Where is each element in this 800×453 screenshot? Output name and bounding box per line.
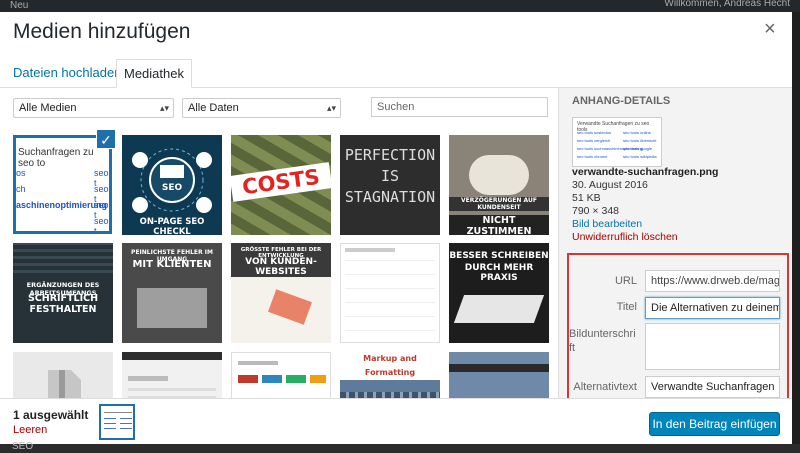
selection-count: 1 ausgewählt xyxy=(13,408,89,422)
url-label: URL xyxy=(614,275,637,287)
attachment-fields-highlight: URL https://www.drweb.de/maga Titel Die … xyxy=(567,253,789,398)
edit-image-link[interactable]: Bild bearbeiten xyxy=(572,218,642,230)
attachment-zip-file[interactable] xyxy=(13,352,113,398)
search-input[interactable]: Suchen xyxy=(371,97,548,117)
tile-caption: MIT KLIENTEN xyxy=(132,259,212,270)
caption-field[interactable] xyxy=(645,323,780,370)
attachment-websites[interactable]: GRÖSSTE FEHLER BEI DER ENTWICKLUNG VON K… xyxy=(231,243,331,343)
tile-text: seo t xyxy=(94,216,109,234)
thumb-item: seo tools vergleich xyxy=(577,138,611,143)
tile-caption: VON KUNDEN-WEBSITES xyxy=(245,257,317,277)
admin-bar: Neu Willkommen, Andreas Hecht xyxy=(0,0,800,12)
attachment-clients[interactable]: PEINLICHSTE FEHLER IM UMGANG MIT KLIENTE… xyxy=(122,243,222,343)
date-select[interactable]: Alle Daten ▴▾ xyxy=(182,98,341,118)
adminbar-welcome[interactable]: Willkommen, Andreas Hecht xyxy=(664,0,790,9)
tab-library[interactable]: Mediathek xyxy=(116,59,192,88)
tab-upload[interactable]: Dateien hochladen xyxy=(6,59,128,88)
attachment-city[interactable] xyxy=(449,352,549,398)
tile-caption: ON-PAGE SEO CHECKL xyxy=(122,217,222,235)
alt-text-label: Alternativtext xyxy=(573,381,637,393)
media-type-value: Alle Medien xyxy=(19,102,77,114)
attachment-markup[interactable]: Markup and Formatting xyxy=(340,352,440,398)
delete-permanently-link[interactable]: Unwiderruflich löschen xyxy=(572,231,678,243)
background-editor: SEO xyxy=(0,441,800,453)
tile-caption: DURCH MEHR PRAXIS xyxy=(464,263,534,283)
chevron-updown-icon: ▴▾ xyxy=(326,103,336,113)
attachment-costs[interactable]: COSTS xyxy=(231,135,331,235)
tile-caption: BESSER SCHREIBEN xyxy=(449,251,549,261)
attachment-widgets-screenshot[interactable] xyxy=(122,352,222,398)
alt-text-field[interactable]: Verwandte Suchanfragen xyxy=(645,376,780,398)
modal-title: Medien hinzufügen xyxy=(13,20,191,43)
tile-caption: SCHRIFTLICH FESTHALTEN xyxy=(27,293,99,315)
details-heading: ANHANG-DETAILS xyxy=(572,95,671,107)
attachment-perfection[interactable]: PERFECTION IS STAGNATION xyxy=(340,135,440,235)
tile-caption: NICHT ZUSTIMMEN xyxy=(449,215,549,235)
media-type-select[interactable]: Alle Medien ▴▾ xyxy=(13,98,174,118)
tile-caption: PERFECTION IS STAGNATION xyxy=(344,146,436,206)
file-date: 30. August 2016 xyxy=(572,179,648,191)
attachment-work[interactable]: ERGÄNZUNGEN DES ARBEITSUMFANGS SCHRIFTLI… xyxy=(13,243,113,343)
media-grid: Suchanfragen zu seo to os seo t ch seo t… xyxy=(0,130,559,398)
insert-into-post-button[interactable]: In den Beitrag einfügen xyxy=(649,412,780,436)
checkmark-icon[interactable]: ✓ xyxy=(96,130,116,149)
tile-text: Suchanfragen zu seo to xyxy=(18,147,94,169)
attachment-seo-checklist[interactable]: SEO ON-PAGE SEO CHECKL xyxy=(122,135,222,235)
background-text: SEO xyxy=(12,441,34,452)
caption-label: Bildunterschrift xyxy=(569,328,636,354)
title-field[interactable]: Die Alternativen zu deinem xyxy=(645,297,780,319)
tile-caption: Markup and Formatting xyxy=(340,352,440,380)
modal-tabs: Dateien hochladen Mediathek xyxy=(0,56,792,88)
attachment-delays[interactable]: VERZÖGERUNGEN AUF KUNDENSEIT NICHT ZUSTI… xyxy=(449,135,549,235)
thumb-item: seo tools kostenlos xyxy=(577,130,612,135)
details-thumbnail: Verwandte Suchanfragen zu seo tools seo … xyxy=(572,117,662,167)
tile-text: ch xyxy=(16,184,26,194)
file-size: 51 KB xyxy=(572,192,601,204)
url-field[interactable]: https://www.drweb.de/maga xyxy=(645,270,780,292)
thumb-item: seo tools übersicht xyxy=(623,138,657,143)
date-value: Alle Daten xyxy=(188,102,239,114)
tile-caption: VERZÖGERUNGEN AUF KUNDENSEIT xyxy=(449,197,549,211)
attachment-form-screenshot[interactable] xyxy=(231,352,331,398)
attachment-write[interactable]: BESSER SCHREIBEN DURCH MEHR PRAXIS xyxy=(449,243,549,343)
title-label: Titel xyxy=(616,301,637,313)
clear-selection-link[interactable]: Leeren xyxy=(13,424,47,436)
modal-footer: 1 ausgewählt Leeren In den Beitrag einfü… xyxy=(0,398,792,444)
adminbar-new[interactable]: Neu xyxy=(10,0,28,11)
thumb-item: seo tools chrome xyxy=(577,154,608,159)
svg-text:SEO: SEO xyxy=(162,183,183,193)
tile-text: os xyxy=(16,168,26,178)
thumb-item: seo tools wikipedia xyxy=(623,154,657,159)
thumb-item: seo tools google xyxy=(623,146,653,151)
file-name: verwandte-suchanfragen.png xyxy=(572,166,719,178)
thumb-item: seo tools online xyxy=(623,130,651,135)
selected-thumbnail[interactable] xyxy=(99,404,135,440)
attachment-details: ANHANG-DETAILS Verwandte Suchanfragen zu… xyxy=(558,88,792,398)
chevron-updown-icon: ▴▾ xyxy=(159,103,169,113)
close-icon[interactable]: × xyxy=(764,18,776,41)
file-dimensions: 790 × 348 xyxy=(572,205,620,217)
attachment-selected[interactable]: Suchanfragen zu seo to os seo t ch seo t… xyxy=(13,135,112,234)
attachment-settings-screenshot[interactable] xyxy=(340,243,440,343)
media-modal: Medien hinzufügen × Dateien hochladen Me… xyxy=(0,12,792,444)
zip-file-icon xyxy=(48,370,81,398)
